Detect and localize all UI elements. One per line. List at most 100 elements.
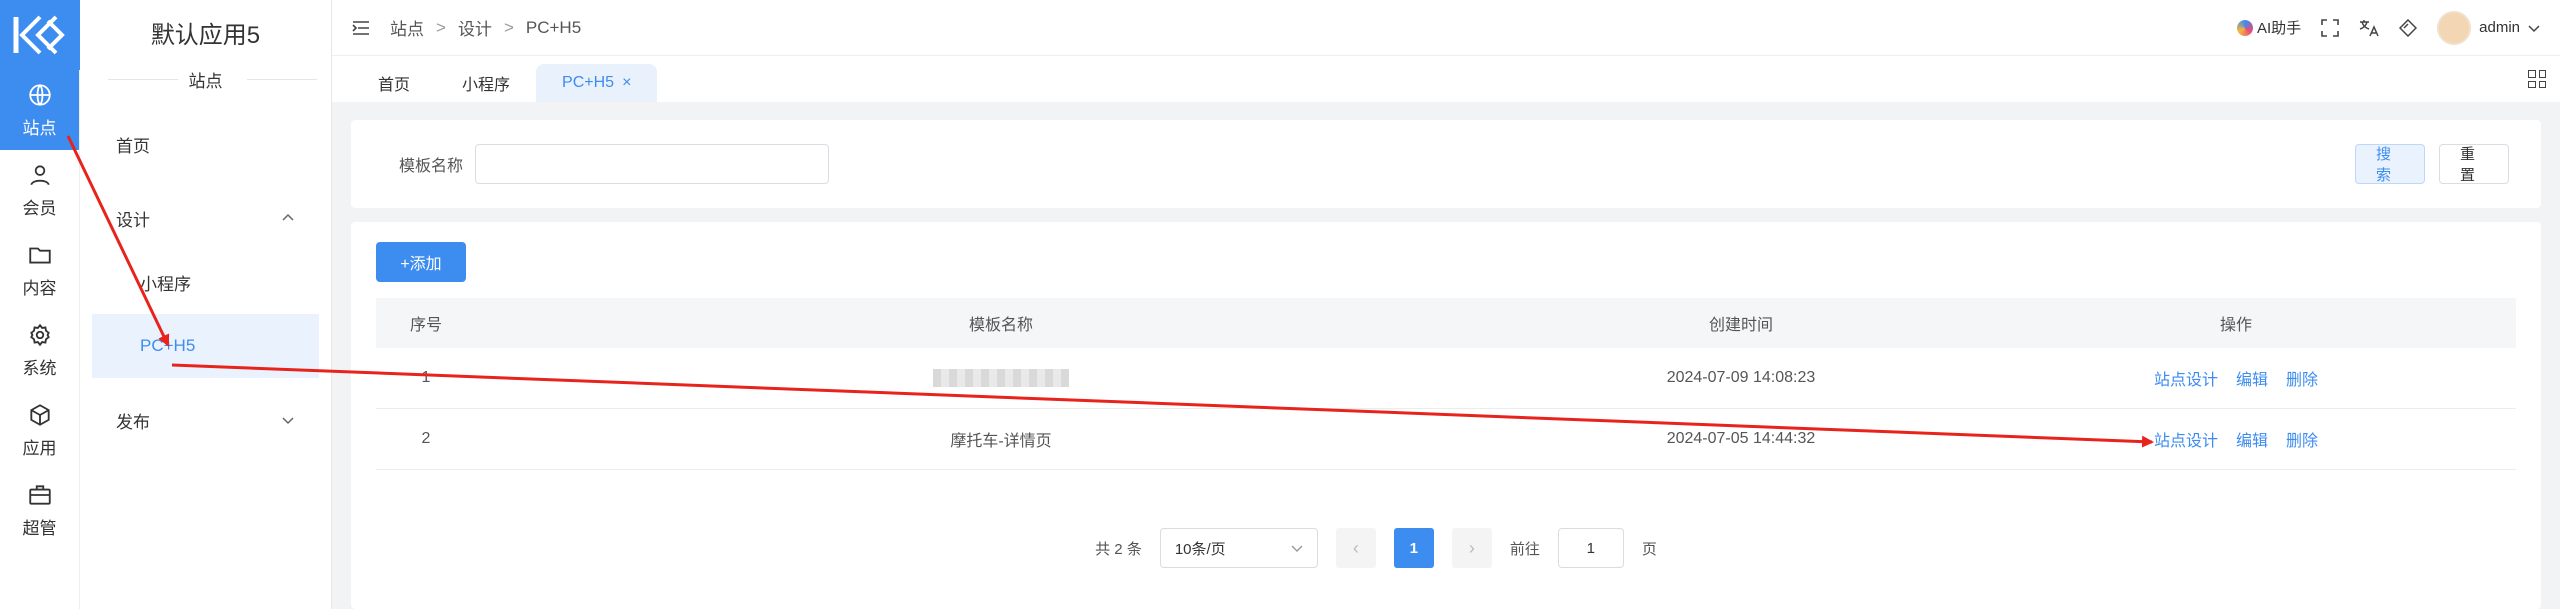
row-template-name: 摩托车-详情页	[950, 433, 1052, 450]
goto-suffix: 页	[1641, 540, 1657, 558]
sidebar-item-publish[interactable]: 发布	[80, 388, 331, 452]
top-header: 站点 > 设计 > PC+H5 AI助手 admin	[332, 0, 2560, 56]
row-index: 2	[421, 430, 431, 447]
template-name-label: 模板名称	[399, 158, 464, 175]
tab-home[interactable]: 首页	[352, 64, 436, 102]
sidebar-item-pc-h5[interactable]: PC+H5	[92, 314, 319, 378]
total-count: 共 2 条	[1095, 540, 1142, 558]
row-template-name	[476, 368, 1526, 387]
row-created-time: 2024-07-09 14:08:23	[1666, 369, 1816, 386]
search-button[interactable]: 搜索	[2355, 144, 2425, 184]
app-name: 默认应用5	[150, 21, 261, 49]
breadcrumb-item[interactable]: 站点	[390, 15, 424, 40]
ai-assistant-button[interactable]: AI助手	[2236, 17, 2302, 38]
section-title: 站点	[188, 71, 223, 91]
cube-icon	[29, 403, 50, 426]
chevron-down-icon	[282, 417, 294, 425]
breadcrumb-item[interactable]: 设计	[458, 15, 492, 40]
breadcrumb-separator: >	[503, 17, 514, 37]
sidebar-item-label: PC+H5	[140, 336, 196, 355]
row-index: 1	[421, 369, 431, 386]
tab-label: PC+H5	[562, 74, 615, 91]
primary-rail: 站点 会员 内容 系统 应用 超管	[0, 0, 80, 609]
delete-link[interactable]: 删除	[2286, 366, 2318, 390]
sidebar-item-home[interactable]: 首页	[80, 112, 331, 176]
translate-icon[interactable]	[2359, 19, 2379, 37]
rail-item-label: 超管	[22, 518, 57, 538]
tab-pc-h5[interactable]: PC+H5 ×	[536, 64, 658, 102]
rail-item-label: 应用	[22, 438, 57, 458]
grid-icon[interactable]	[2528, 70, 2546, 88]
column-header: 创建时间	[1708, 317, 1773, 334]
reset-button[interactable]: 重置	[2439, 144, 2509, 184]
chevron-up-icon	[282, 213, 294, 221]
tab-label: 小程序	[462, 77, 511, 94]
rail-item-label: 站点	[22, 118, 57, 138]
sidebar-menu: 首页 设计 小程序 PC+H5 发布	[80, 112, 331, 452]
rail-item-label: 内容	[22, 278, 57, 298]
user-menu[interactable]: admin	[2437, 10, 2540, 45]
row-created-time: 2024-07-05 14:44:32	[1666, 430, 1816, 447]
avatar	[2437, 10, 2472, 45]
delete-link[interactable]: 删除	[2286, 427, 2318, 451]
next-page-button[interactable]: ›	[1451, 528, 1492, 568]
sidebar-item-mini-program[interactable]: 小程序	[80, 250, 331, 314]
add-button[interactable]: +添加	[376, 242, 466, 282]
user-icon	[29, 164, 50, 185]
template-table: 序号 模板名称 创建时间 操作 1 2024-07-09 14:08:23 站点…	[376, 298, 2516, 470]
edit-link[interactable]: 编辑	[2236, 366, 2268, 390]
sidebar-item-label: 首页	[116, 136, 150, 156]
template-name-input[interactable]	[475, 144, 830, 184]
redacted-name	[933, 368, 1069, 387]
breadcrumb: 站点 > 设计 > PC+H5	[390, 15, 581, 40]
page-number[interactable]: 1	[1393, 528, 1434, 568]
rail-item-label: 会员	[22, 198, 57, 218]
rail-item-admin[interactable]: 超管	[0, 470, 79, 550]
sidebar-item-design[interactable]: 设计	[80, 186, 331, 250]
folder-icon	[28, 247, 51, 264]
search-panel: 模板名称 搜索 重置	[351, 120, 2541, 208]
logo-icon	[13, 15, 65, 55]
column-header: 操作	[2219, 317, 2252, 334]
fullscreen-icon[interactable]	[2321, 18, 2339, 37]
column-header: 模板名称	[968, 317, 1033, 334]
rail-item-site[interactable]: 站点	[0, 70, 79, 150]
globe-icon	[28, 83, 51, 106]
tab-bar: 首页 小程序 PC+H5 ×	[332, 56, 2560, 102]
row-actions: 站点设计 编辑 删除	[1956, 366, 2516, 390]
sidebar-item-label: 设计	[116, 210, 150, 230]
goto-page-input[interactable]: 1	[1557, 528, 1624, 568]
ai-logo-icon	[2236, 19, 2253, 36]
page-size-value: 10条/页	[1174, 540, 1226, 558]
rail-item-content[interactable]: 内容	[0, 230, 79, 310]
page-size-select[interactable]: 10条/页	[1159, 528, 1318, 568]
app-logo[interactable]	[0, 0, 80, 70]
goto-label: 前往	[1509, 540, 1540, 558]
section-divider: 站点	[80, 64, 331, 94]
edit-link[interactable]: 编辑	[2236, 427, 2268, 451]
rail-item-apps[interactable]: 应用	[0, 390, 79, 470]
username: admin	[2479, 19, 2520, 36]
theme-icon[interactable]	[2399, 18, 2418, 37]
breadcrumb-separator: >	[436, 17, 446, 37]
ai-assistant-label: AI助手	[2256, 20, 2302, 37]
sidebar-item-label: 小程序	[140, 274, 191, 294]
site-design-link[interactable]: 站点设计	[2154, 427, 2218, 451]
gear-icon	[29, 323, 50, 346]
rail-item-system[interactable]: 系统	[0, 310, 79, 390]
rail-item-member[interactable]: 会员	[0, 150, 79, 230]
chevron-down-icon	[1291, 545, 1303, 552]
row-actions: 站点设计 编辑 删除	[1956, 427, 2516, 451]
collapse-menu-icon[interactable]	[352, 20, 370, 36]
site-design-link[interactable]: 站点设计	[2154, 366, 2218, 390]
close-icon[interactable]: ×	[622, 74, 631, 92]
tab-mini-program[interactable]: 小程序	[436, 64, 536, 102]
breadcrumb-item: PC+H5	[525, 17, 582, 37]
secondary-sidebar: 默认应用5 站点 首页 设计 小程序 PC+H5 发布	[80, 0, 332, 609]
prev-page-button[interactable]: ‹	[1335, 528, 1376, 568]
tab-label: 首页	[378, 77, 411, 94]
briefcase-icon	[28, 484, 51, 505]
table-panel: +添加 序号 模板名称 创建时间 操作 1 2024-07-09 14:08:2…	[351, 222, 2541, 609]
column-header: 序号	[409, 317, 442, 334]
table-row: 2 摩托车-详情页 2024-07-05 14:44:32 站点设计 编辑 删除	[376, 409, 2516, 470]
